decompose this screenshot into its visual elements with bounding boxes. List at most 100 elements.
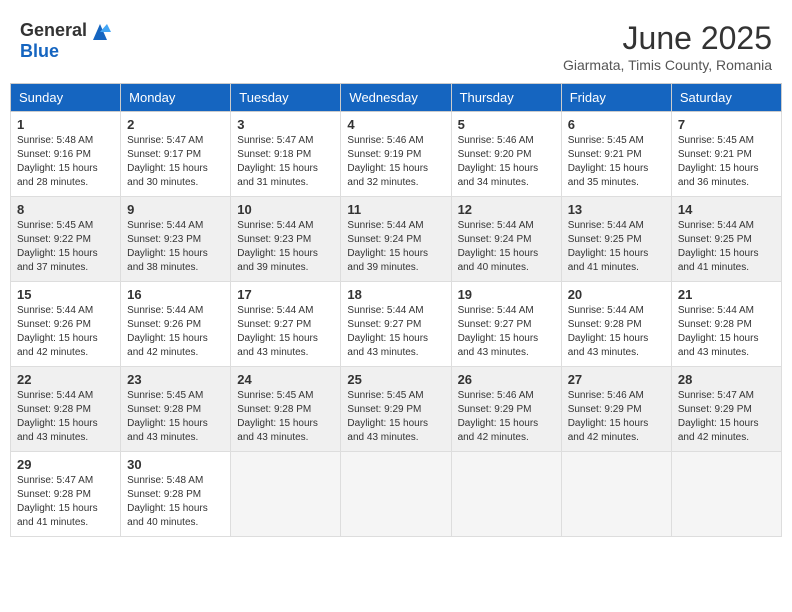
day-number: 23 [127, 372, 224, 387]
day-number: 26 [458, 372, 555, 387]
table-row [231, 452, 341, 537]
day-info: Sunrise: 5:45 AMSunset: 9:29 PMDaylight:… [347, 389, 444, 445]
day-info: Sunrise: 5:44 AMSunset: 9:24 PMDaylight:… [458, 219, 555, 275]
calendar-row: 8 Sunrise: 5:45 AMSunset: 9:22 PMDaylight… [11, 197, 782, 282]
day-number: 19 [458, 287, 555, 302]
day-info: Sunrise: 5:45 AMSunset: 9:28 PMDaylight:… [127, 389, 224, 445]
table-row [341, 452, 451, 537]
table-row: 27Sunrise: 5:46 AMSunset: 9:29 PMDayligh… [561, 367, 671, 452]
table-row: 1Sunrise: 5:48 AMSunset: 9:16 PMDaylight… [11, 112, 121, 197]
table-row: 4 Sunrise: 5:46 AMSunset: 9:19 PMDaylight… [341, 112, 451, 197]
table-row [671, 452, 781, 537]
day-number: 10 [237, 202, 334, 217]
table-row: 20Sunrise: 5:44 AMSunset: 9:28 PMDayligh… [561, 282, 671, 367]
day-info: Sunrise: 5:45 AMSunset: 9:21 PMDaylight:… [568, 134, 665, 190]
table-row: 14Sunrise: 5:44 AMSunset: 9:25 PMDayligh… [671, 197, 781, 282]
table-row: 10 Sunrise: 5:44 AMSunset: 9:23 PMDayligh… [231, 197, 341, 282]
calendar-row: 1Sunrise: 5:48 AMSunset: 9:16 PMDaylight… [11, 112, 782, 197]
day-info: Sunrise: 5:45 AMSunset: 9:21 PMDaylight:… [678, 134, 775, 190]
day-info: Sunrise: 5:44 AMSunset: 9:25 PMDaylight:… [568, 219, 665, 275]
day-number: 3 [237, 117, 334, 132]
header-sunday: Sunday [11, 84, 121, 112]
day-number: 6 [568, 117, 665, 132]
table-row: 24 Sunrise: 5:45 AMSunset: 9:28 PMDayligh… [231, 367, 341, 452]
header-thursday: Thursday [451, 84, 561, 112]
day-number: 24 [237, 372, 334, 387]
table-row: 3 Sunrise: 5:47 AMSunset: 9:18 PMDaylight… [231, 112, 341, 197]
day-info: Sunrise: 5:44 AMSunset: 9:23 PMDaylight:… [237, 219, 334, 275]
day-number: 8 [17, 202, 114, 217]
table-row: 21Sunrise: 5:44 AMSunset: 9:28 PMDayligh… [671, 282, 781, 367]
calendar-row: 22 Sunrise: 5:44 AMSunset: 9:28 PMDayligh… [11, 367, 782, 452]
day-info: Sunrise: 5:45 AMSunset: 9:22 PMDaylight:… [17, 219, 114, 275]
day-number: 21 [678, 287, 775, 302]
day-number: 17 [237, 287, 334, 302]
header-friday: Friday [561, 84, 671, 112]
day-number: 13 [568, 202, 665, 217]
table-row: 6 Sunrise: 5:45 AMSunset: 9:21 PMDaylight… [561, 112, 671, 197]
day-info: Sunrise: 5:46 AMSunset: 9:20 PMDaylight:… [458, 134, 555, 190]
day-number: 2 [127, 117, 224, 132]
day-number: 29 [17, 457, 114, 472]
day-info: Sunrise: 5:47 AMSunset: 9:18 PMDaylight:… [237, 134, 334, 190]
day-info: Sunrise: 5:44 AMSunset: 9:27 PMDaylight:… [237, 304, 334, 360]
day-number: 4 [347, 117, 444, 132]
day-info: Sunrise: 5:44 AMSunset: 9:28 PMDaylight:… [17, 389, 114, 445]
day-number: 1 [17, 117, 114, 132]
day-info: Sunrise: 5:44 AMSunset: 9:27 PMDaylight:… [458, 304, 555, 360]
day-info: Sunrise: 5:46 AMSunset: 9:29 PMDaylight:… [568, 389, 665, 445]
day-number: 7 [678, 117, 775, 132]
table-row: 28Sunrise: 5:47 AMSunset: 9:29 PMDayligh… [671, 367, 781, 452]
table-row: 16 Sunrise: 5:44 AMSunset: 9:26 PMDayligh… [121, 282, 231, 367]
logo-general-text: General [20, 20, 87, 41]
calendar-table: Sunday Monday Tuesday Wednesday Thursday… [10, 83, 782, 537]
table-row: 12 Sunrise: 5:44 AMSunset: 9:24 PMDayligh… [451, 197, 561, 282]
day-info: Sunrise: 5:48 AMSunset: 9:28 PMDaylight:… [127, 474, 224, 530]
table-row: 13 Sunrise: 5:44 AMSunset: 9:25 PMDayligh… [561, 197, 671, 282]
logo-icon [89, 22, 111, 40]
day-info: Sunrise: 5:44 AMSunset: 9:24 PMDaylight:… [347, 219, 444, 275]
logo: General Blue [20, 20, 111, 62]
day-info: Sunrise: 5:47 AMSunset: 9:17 PMDaylight:… [127, 134, 224, 190]
day-info: Sunrise: 5:44 AMSunset: 9:25 PMDaylight:… [678, 219, 775, 275]
table-row: 15 Sunrise: 5:44 AMSunset: 9:26 PMDayligh… [11, 282, 121, 367]
header-saturday: Saturday [671, 84, 781, 112]
calendar-row: 15 Sunrise: 5:44 AMSunset: 9:26 PMDayligh… [11, 282, 782, 367]
title-section: June 2025 Giarmata, Timis County, Romani… [563, 20, 772, 73]
day-info: Sunrise: 5:46 AMSunset: 9:29 PMDaylight:… [458, 389, 555, 445]
day-number: 15 [17, 287, 114, 302]
table-row: 19 Sunrise: 5:44 AMSunset: 9:27 PMDayligh… [451, 282, 561, 367]
table-row [561, 452, 671, 537]
day-number: 12 [458, 202, 555, 217]
table-row: 22 Sunrise: 5:44 AMSunset: 9:28 PMDayligh… [11, 367, 121, 452]
day-number: 20 [568, 287, 665, 302]
table-row: 18Sunrise: 5:44 AMSunset: 9:27 PMDayligh… [341, 282, 451, 367]
table-row: 26 Sunrise: 5:46 AMSunset: 9:29 PMDayligh… [451, 367, 561, 452]
table-row: 8 Sunrise: 5:45 AMSunset: 9:22 PMDaylight… [11, 197, 121, 282]
header-tuesday: Tuesday [231, 84, 341, 112]
table-row: 11 Sunrise: 5:44 AMSunset: 9:24 PMDayligh… [341, 197, 451, 282]
table-row [451, 452, 561, 537]
table-row: 25Sunrise: 5:45 AMSunset: 9:29 PMDayligh… [341, 367, 451, 452]
day-info: Sunrise: 5:44 AMSunset: 9:26 PMDaylight:… [17, 304, 114, 360]
table-row: 17 Sunrise: 5:44 AMSunset: 9:27 PMDayligh… [231, 282, 341, 367]
table-row: 7 Sunrise: 5:45 AMSunset: 9:21 PMDaylight… [671, 112, 781, 197]
day-number: 11 [347, 202, 444, 217]
day-info: Sunrise: 5:47 AMSunset: 9:28 PMDaylight:… [17, 474, 114, 530]
day-info: Sunrise: 5:46 AMSunset: 9:19 PMDaylight:… [347, 134, 444, 190]
day-number: 22 [17, 372, 114, 387]
page-header: General Blue June 2025 Giarmata, Timis C… [10, 10, 782, 78]
month-title: June 2025 [563, 20, 772, 57]
table-row: 30 Sunrise: 5:48 AMSunset: 9:28 PMDayligh… [121, 452, 231, 537]
day-number: 18 [347, 287, 444, 302]
day-info: Sunrise: 5:44 AMSunset: 9:26 PMDaylight:… [127, 304, 224, 360]
day-number: 16 [127, 287, 224, 302]
header-monday: Monday [121, 84, 231, 112]
location-subtitle: Giarmata, Timis County, Romania [563, 57, 772, 73]
day-number: 9 [127, 202, 224, 217]
day-number: 5 [458, 117, 555, 132]
day-info: Sunrise: 5:45 AMSunset: 9:28 PMDaylight:… [237, 389, 334, 445]
day-number: 28 [678, 372, 775, 387]
header-wednesday: Wednesday [341, 84, 451, 112]
day-number: 30 [127, 457, 224, 472]
